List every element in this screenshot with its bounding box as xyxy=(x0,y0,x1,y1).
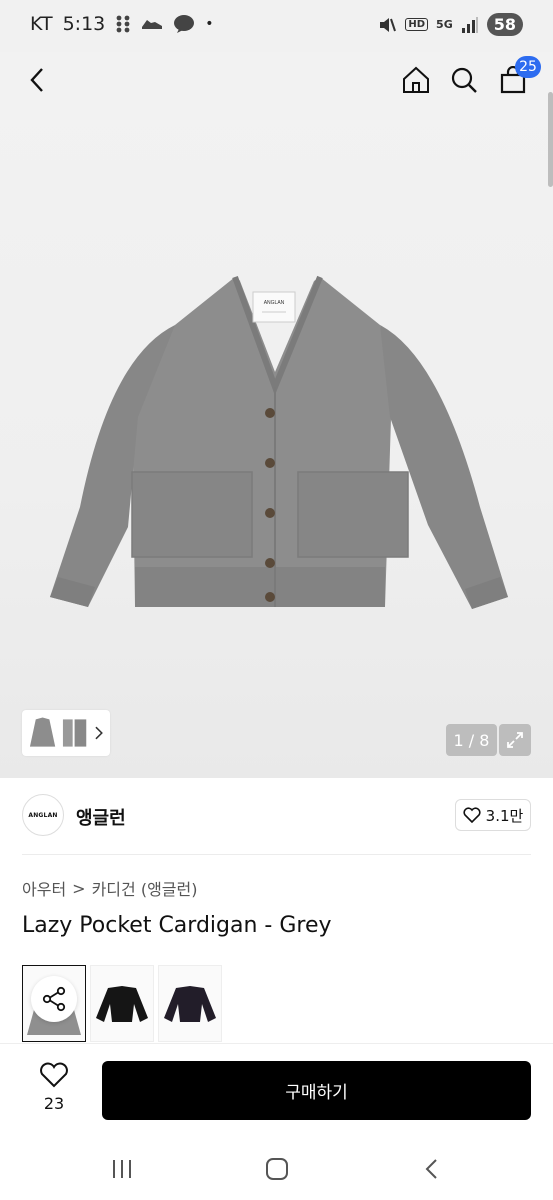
wishlist-button[interactable]: 23 xyxy=(32,1062,76,1113)
thumbnail-image xyxy=(63,719,87,747)
recent-apps-button[interactable] xyxy=(102,1152,142,1186)
garment-label-text: ANGLAN xyxy=(264,300,285,306)
image-counter: 1 / 8 xyxy=(446,724,497,756)
share-button[interactable] xyxy=(31,976,77,1022)
thumbnail-image xyxy=(29,717,56,747)
brand-like-count: 3.1만 xyxy=(485,806,524,825)
scrollbar-thumb[interactable] xyxy=(548,92,553,187)
home-square-icon xyxy=(266,1158,288,1180)
system-back-button[interactable] xyxy=(412,1152,452,1186)
talk-icon xyxy=(173,14,195,34)
status-left: KT 5:13 • xyxy=(30,13,214,35)
clock: 5:13 xyxy=(62,13,106,35)
product-title: Lazy Pocket Cardigan - Grey xyxy=(22,913,332,938)
chevron-right-icon xyxy=(95,726,104,740)
thumbnail-strip[interactable] xyxy=(22,710,110,756)
breadcrumb-subcategory[interactable]: 카디건 (앵글런) xyxy=(92,876,198,900)
recent-apps-icon xyxy=(113,1160,131,1178)
top-nav: 25 xyxy=(0,52,553,108)
brand-row[interactable]: ANGLAN 앵글런 3.1만 xyxy=(22,794,531,838)
color-option-grey[interactable] xyxy=(22,965,86,1042)
dark-purple-swatch-image xyxy=(164,985,216,1022)
color-options xyxy=(22,965,222,1042)
status-bar: KT 5:13 • HD 5G 58 xyxy=(0,0,553,52)
back-button[interactable] xyxy=(20,62,56,98)
mute-icon xyxy=(377,15,397,35)
back-chevron-icon xyxy=(425,1159,437,1179)
carrier-label: KT xyxy=(30,13,53,35)
hd-badge: HD xyxy=(405,18,429,31)
system-nav-bar xyxy=(0,1138,553,1200)
search-icon xyxy=(451,67,477,93)
breadcrumb-category[interactable]: 아우터 xyxy=(22,876,66,900)
search-button[interactable] xyxy=(446,62,482,98)
cart-count-badge: 25 xyxy=(515,56,541,78)
network-type: 5G xyxy=(436,18,453,31)
signal-icon xyxy=(461,16,479,34)
expand-icon xyxy=(507,732,523,748)
shoe-icon xyxy=(141,16,163,32)
brand-like-button[interactable]: 3.1만 xyxy=(455,799,531,831)
expand-button[interactable] xyxy=(499,724,531,756)
share-icon xyxy=(42,986,66,1012)
product-page: KT 5:13 • HD 5G 58 25 ANGLAN 1 / 8 ANGLA… xyxy=(0,0,553,1200)
bottom-action-bar: 23 구매하기 xyxy=(0,1043,553,1129)
divider xyxy=(22,854,531,855)
wishlist-count: 23 xyxy=(43,1094,65,1113)
cart-button[interactable]: 25 xyxy=(495,56,541,98)
home-button[interactable] xyxy=(398,62,434,98)
grid-app-icon xyxy=(115,14,131,34)
breadcrumb: 아우터 > 카디건 (앵글런) xyxy=(22,876,197,900)
black-swatch-image xyxy=(96,985,148,1022)
status-right: HD 5G 58 xyxy=(377,13,523,36)
product-gallery[interactable]: 25 ANGLAN 1 / 8 xyxy=(0,52,553,778)
buy-button[interactable]: 구매하기 xyxy=(102,1061,531,1120)
home-nav-button[interactable] xyxy=(257,1152,297,1186)
color-option-black[interactable] xyxy=(90,965,154,1042)
cardigan-image: ANGLAN xyxy=(50,275,508,609)
battery-indicator: 58 xyxy=(486,13,523,36)
brand-logo[interactable]: ANGLAN xyxy=(22,794,64,836)
heart-icon xyxy=(40,1062,68,1088)
color-option-dark-purple[interactable] xyxy=(158,965,222,1042)
breadcrumb-separator: > xyxy=(72,878,86,898)
heart-icon xyxy=(463,807,481,823)
home-icon xyxy=(403,66,429,93)
chevron-left-icon xyxy=(30,68,43,92)
brand-name[interactable]: 앵글런 xyxy=(76,804,126,830)
notification-dot: • xyxy=(205,16,214,32)
